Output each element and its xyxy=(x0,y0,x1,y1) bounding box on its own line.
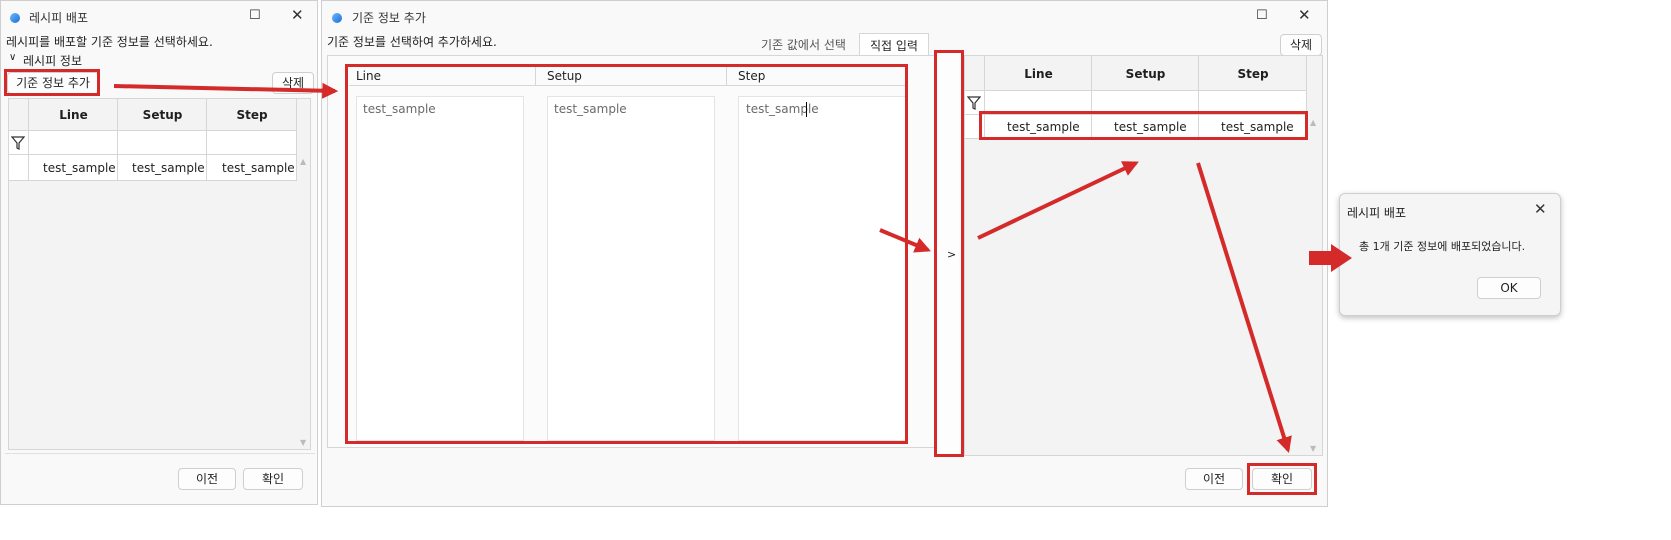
confirm-button[interactable]: 확인 xyxy=(243,468,303,490)
prev-button[interactable]: 이전 xyxy=(178,468,236,490)
column-header-line[interactable]: Line xyxy=(985,56,1092,91)
chevron-down-icon[interactable]: ∨ xyxy=(9,52,16,63)
highlight-result-row xyxy=(979,111,1308,140)
close-icon[interactable]: ✕ xyxy=(1298,8,1311,23)
prev-button[interactable]: 이전 xyxy=(1185,468,1243,490)
table-cell[interactable]: test_sample xyxy=(118,155,207,181)
recipe-grid: Line Setup Step test_sample test_sample … xyxy=(8,98,311,450)
column-header-setup[interactable]: Setup xyxy=(118,99,207,131)
column-header-setup[interactable]: Setup xyxy=(1092,56,1199,91)
highlight-move-button xyxy=(934,50,964,457)
divider xyxy=(5,453,315,454)
instruction-text: 기준 정보를 선택하여 추가하세요. xyxy=(327,35,497,49)
scroll-down-icon[interactable]: ▼ xyxy=(1310,444,1316,453)
scroll-down-icon[interactable]: ▼ xyxy=(300,438,306,447)
highlight-confirm-button xyxy=(1247,463,1317,495)
window-title: 기준 정보 추가 xyxy=(352,11,426,25)
tab-direct-input[interactable]: 직접 입력 xyxy=(859,33,929,55)
row-indicator[interactable] xyxy=(9,155,29,181)
scroll-up-icon[interactable]: ▲ xyxy=(1310,118,1316,127)
filter-icon[interactable] xyxy=(9,131,29,155)
filter-cell-line[interactable] xyxy=(29,131,118,155)
delete-button[interactable]: 삭제 xyxy=(1280,34,1322,56)
ok-button[interactable]: OK xyxy=(1477,277,1541,299)
scroll-up-icon[interactable]: ▲ xyxy=(300,157,306,166)
dialog-message: 총 1개 기준 정보에 배포되었습니다. xyxy=(1359,240,1526,253)
filter-cell-step[interactable] xyxy=(207,131,297,155)
column-header-step[interactable]: Step xyxy=(1199,56,1307,91)
highlight-input-columns xyxy=(345,64,908,444)
maximize-icon[interactable]: ☐ xyxy=(249,9,261,23)
window-title: 레시피 배포 xyxy=(29,11,89,25)
maximize-icon[interactable]: ☐ xyxy=(1256,9,1268,23)
column-header-step[interactable]: Step xyxy=(207,99,297,131)
dialog-title: 레시피 배포 xyxy=(1347,206,1407,220)
app-icon xyxy=(10,13,20,23)
column-header-line[interactable]: Line xyxy=(29,99,118,131)
filter-cell-setup[interactable] xyxy=(118,131,207,155)
section-label: 레시피 정보 xyxy=(23,54,83,68)
app-icon xyxy=(332,13,342,23)
table-cell[interactable]: test_sample xyxy=(29,155,118,181)
close-icon[interactable]: ✕ xyxy=(291,8,304,23)
deploy-complete-dialog: 레시피 배포 ✕ 총 1개 기준 정보에 배포되었습니다. OK xyxy=(1339,193,1561,316)
highlight-add-button xyxy=(4,69,100,96)
tab-select-existing[interactable]: 기존 값에서 선택 xyxy=(761,36,846,53)
instruction-text: 레시피를 배포할 기준 정보를 선택하세요. xyxy=(6,35,213,49)
close-icon[interactable]: ✕ xyxy=(1534,202,1547,217)
delete-button[interactable]: 삭제 xyxy=(272,72,314,94)
table-cell[interactable]: test_sample xyxy=(207,155,297,181)
